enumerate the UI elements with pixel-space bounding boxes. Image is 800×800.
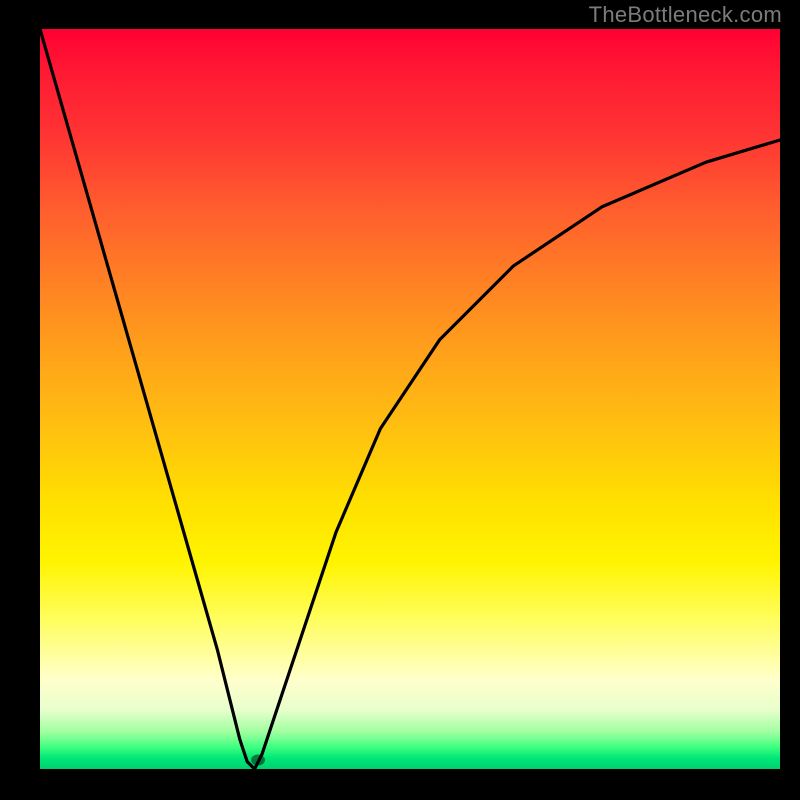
chart-stage: TheBottleneck.com (0, 0, 800, 800)
plot-area (40, 29, 780, 769)
watermark-text: TheBottleneck.com (589, 2, 782, 28)
optimum-marker (251, 755, 265, 766)
curve-svg (40, 29, 780, 769)
bottleneck-curve (40, 29, 780, 769)
